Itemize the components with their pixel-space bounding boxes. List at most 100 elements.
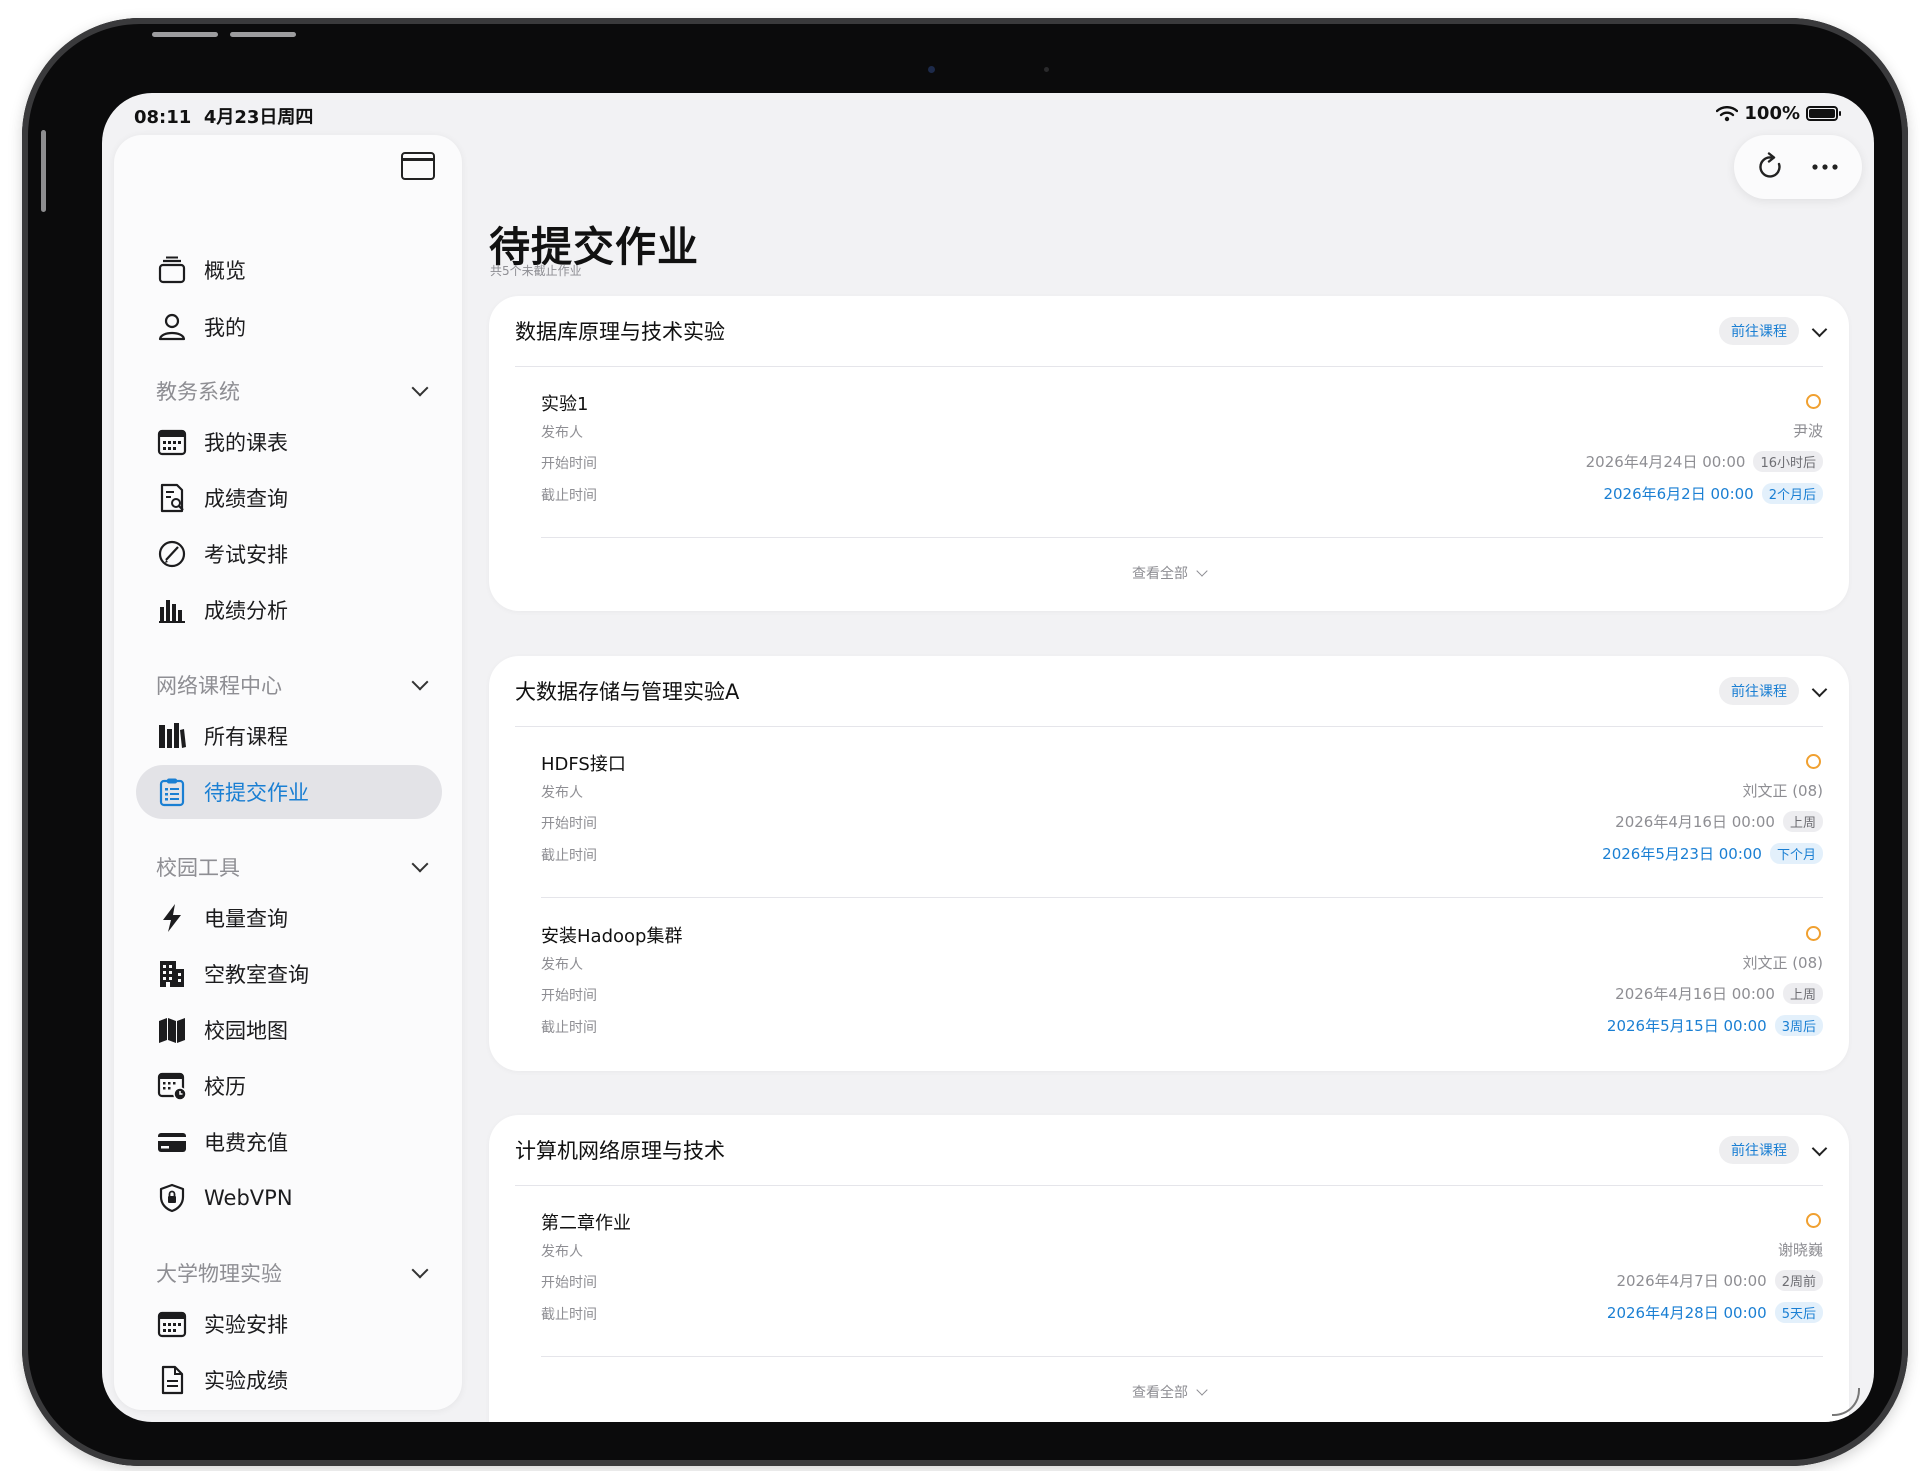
publisher-label: 发布人 [541,785,583,801]
sidebar-item-label: 实验成绩 [204,1369,288,1393]
deadline-value: 2026年6月2日 00:00 [1603,485,1754,503]
overview-icon [156,254,188,286]
deadline-relative-badge: 下个月 [1769,843,1823,864]
course-card: 计算机网络原理与技术 前往课程 第二章作业 发布人 谢晓巍 开始时间 2026年… [489,1115,1849,1422]
course-card-header[interactable]: 大数据存储与管理实验A 前往课程 [489,656,1849,726]
calendar-icon [156,426,188,458]
section-online-courses[interactable]: 网络课程中心 [156,665,436,705]
course-name: 数据库原理与技术实验 [515,320,725,344]
status-circle-icon[interactable] [1806,1213,1821,1228]
deadline-relative-badge: 3周后 [1774,1015,1823,1036]
sidebar-item-label: 电费充值 [204,1131,288,1155]
assignment-item[interactable]: 实验1 发布人 尹波 开始时间 2026年4月24日 00:00 16小时后 截止… [541,390,1823,540]
deadline-label: 截止时间 [541,848,597,864]
start-label: 开始时间 [541,816,597,832]
start-value: 2026年4月16日 00:00 [1615,813,1775,831]
course-card-header[interactable]: 计算机网络原理与技术 前往课程 [489,1115,1849,1185]
section-campus-tools[interactable]: 校园工具 [156,847,436,887]
section-title: 校园工具 [156,856,240,880]
chevron-down-icon [411,1261,429,1279]
go-course-button[interactable]: 前往课程 [1719,317,1799,345]
sidebar-item-webvpn[interactable]: WebVPN [136,1171,442,1225]
status-circle-icon[interactable] [1806,754,1821,769]
hardware-button [230,32,296,37]
view-all-button[interactable]: 查看全部 [489,558,1849,588]
assignment-item[interactable]: 第二章作业 发布人 谢晓巍 开始时间 2026年4月7日 00:00 2周前 截止… [541,1209,1823,1359]
tablet-frame: 08:11 4月23日周四 100% 概览 我的 教务系统 我的课表 成绩查询 … [22,18,1908,1466]
assignment-title: 实验1 [541,394,589,415]
start-value: 2026年4月24日 00:00 [1585,453,1746,471]
sidebar-item-label: 校历 [204,1075,246,1099]
map-icon [156,1014,188,1046]
status-circle-icon[interactable] [1806,926,1821,941]
view-all-button[interactable]: 查看全部 [489,1377,1849,1407]
refresh-button[interactable] [1751,147,1791,187]
deadline-label: 截止时间 [541,1307,597,1323]
publisher-row: 发布人 谢晓巍 [541,1237,1823,1263]
sidebar-item-label: 我的 [204,316,246,340]
sidebar: 概览 我的 教务系统 我的课表 成绩查询 考试安排 成绩分析 网络课程中心 所有… [114,135,462,1410]
start-label: 开始时间 [541,988,597,1004]
sidebar-item-lab-grades[interactable]: 实验成绩 [136,1353,442,1407]
deadline-value: 2026年5月23日 00:00 [1602,845,1762,863]
sidebar-item-overview[interactable]: 概览 [136,243,442,297]
chevron-down-icon [1196,565,1208,577]
sidebar-item-label: WebVPN [204,1186,293,1210]
chevron-down-icon[interactable] [1811,1140,1828,1157]
sidebar-item-exams[interactable]: 考试安排 [136,527,442,581]
sidebar-toggle-icon[interactable] [401,152,435,180]
section-academic[interactable]: 教务系统 [156,371,436,411]
page-subtitle: 共5个未截止作业 [490,264,582,278]
sidebar-item-label: 所有课程 [204,725,288,749]
go-course-button[interactable]: 前往课程 [1719,677,1799,705]
assignment-item[interactable]: 安装Hadoop集群 发布人 刘文正 (08) 开始时间 2026年4月16日 … [541,922,1823,1072]
grade-search-icon [156,482,188,514]
wifi-icon [1716,105,1739,121]
start-relative-badge: 上周 [1782,811,1823,832]
sidebar-item-empty-classroom[interactable]: 空教室查询 [136,947,442,1001]
books-icon [156,720,188,752]
section-physics-lab[interactable]: 大学物理实验 [156,1253,436,1293]
status-circle-icon[interactable] [1806,394,1821,409]
sidebar-item-label: 实验安排 [204,1313,288,1337]
deadline-value: 2026年4月28日 00:00 [1606,1304,1767,1322]
deadline-label: 截止时间 [541,488,597,504]
course-card-header[interactable]: 数据库原理与技术实验 前往课程 [489,296,1849,366]
chevron-down-icon[interactable] [1811,321,1828,338]
assignment-item[interactable]: HDFS接口 发布人 刘文正 (08) 开始时间 2026年4月16日 00:0… [541,750,1823,900]
building-icon [156,958,188,990]
more-icon [1812,164,1838,170]
sidebar-item-campus-map[interactable]: 校园地图 [136,1003,442,1057]
sidebar-item-label: 成绩查询 [204,487,288,511]
sidebar-item-label: 概览 [204,259,246,283]
publisher-row: 发布人 刘文正 (08) [541,778,1823,804]
deadline-row: 截止时间 2026年5月15日 00:00 3周后 [541,1013,1823,1039]
start-relative-badge: 2周前 [1774,1270,1823,1291]
start-relative-badge: 上周 [1782,983,1823,1004]
status-time: 08:11 [134,107,192,128]
divider [515,366,1823,367]
toolbar-pill [1734,135,1862,199]
sidebar-item-lab-schedule[interactable]: 实验安排 [136,1297,442,1351]
chevron-down-icon [1196,1384,1208,1396]
sidebar-item-electricity[interactable]: 电量查询 [136,891,442,945]
start-relative-badge: 16小时后 [1753,451,1823,472]
sidebar-item-grade-analysis[interactable]: 成绩分析 [136,583,442,637]
chevron-down-icon[interactable] [1811,681,1828,698]
sidebar-item-school-calendar[interactable]: 校历 [136,1059,442,1113]
start-label: 开始时间 [541,1275,597,1291]
sidebar-item-grades[interactable]: 成绩查询 [136,471,442,525]
sidebar-item-electricity-recharge[interactable]: 电费充值 [136,1115,442,1169]
sidebar-item-timetable[interactable]: 我的课表 [136,415,442,469]
hardware-button [41,130,46,212]
calendar-icon [156,1308,188,1340]
sidebar-item-all-courses[interactable]: 所有课程 [136,709,442,763]
sidebar-item-pending-homework[interactable]: 待提交作业 [136,765,442,819]
divider [541,897,1823,898]
divider [515,1185,1823,1186]
deadline-relative-badge: 5天后 [1774,1302,1823,1323]
publisher-label: 发布人 [541,1244,583,1260]
more-button[interactable] [1805,147,1845,187]
sidebar-item-profile[interactable]: 我的 [136,300,442,354]
go-course-button[interactable]: 前往课程 [1719,1136,1799,1164]
